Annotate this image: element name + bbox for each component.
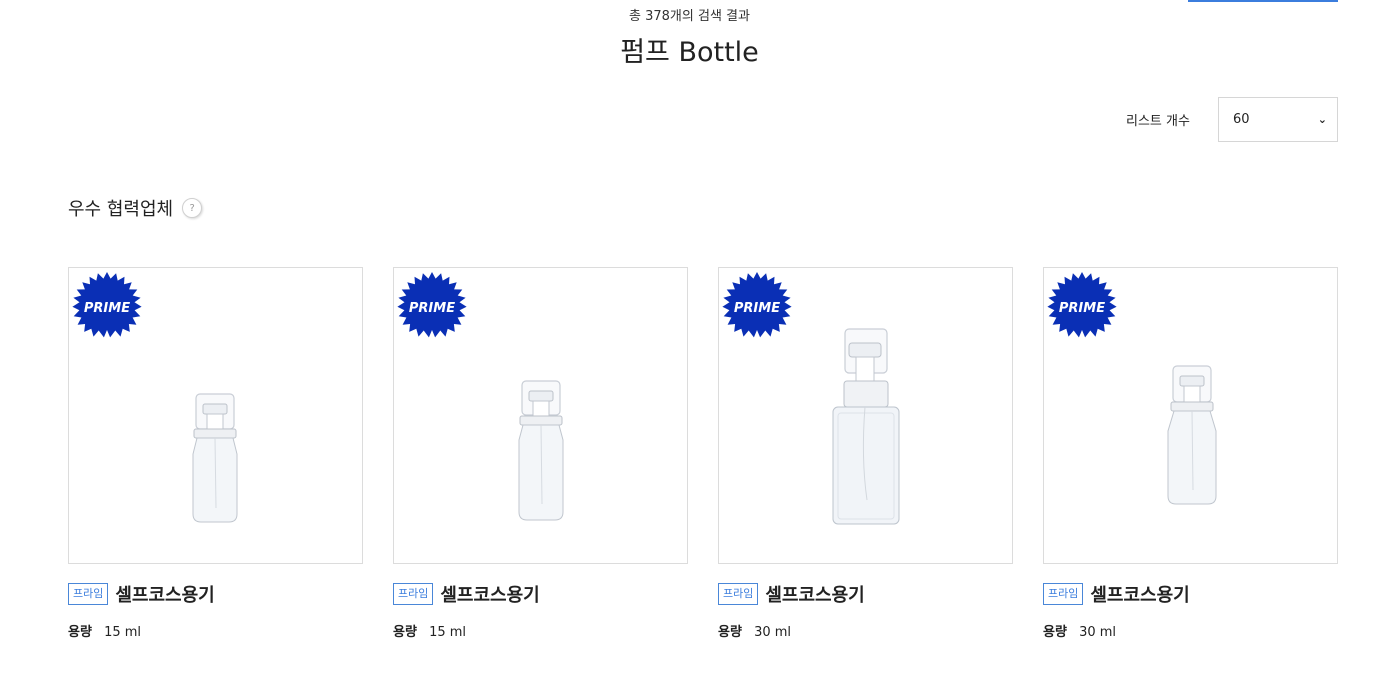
list-count-value: 60	[1233, 112, 1250, 127]
tier-badge: 프라임	[393, 583, 434, 605]
chevron-down-icon: ⌄	[1317, 113, 1327, 126]
list-count-select[interactable]: 60 ⌄	[1218, 97, 1338, 142]
tier-badge: 프라임	[1043, 583, 1084, 605]
section-title: 우수 협력업체 ?	[68, 195, 203, 221]
section-title-text: 우수 협력업체	[68, 199, 174, 220]
product-name[interactable]: 셀프코스용기	[1090, 581, 1189, 607]
product-capacity: 용량 30 ml	[1043, 621, 1338, 640]
top-accent-bar	[1188, 0, 1338, 2]
list-count-label: 리스트 개수	[1126, 114, 1190, 129]
search-result-count: 총 378개의 검색 결과	[629, 9, 750, 24]
capacity-label: 용량	[68, 625, 92, 640]
product-capacity: 용량 15 ml	[68, 621, 363, 640]
capacity-value: 15 ml	[104, 625, 142, 640]
product-image[interactable]: PRIME	[68, 267, 363, 564]
prime-badge-text: PRIME	[84, 301, 130, 316]
prime-badge-text: PRIME	[1059, 301, 1105, 316]
prime-badge-text: PRIME	[409, 301, 455, 316]
prime-badge-icon: PRIME	[397, 272, 467, 338]
prime-badge-icon: PRIME	[722, 272, 792, 338]
capacity-label: 용량	[393, 625, 417, 640]
product-name[interactable]: 셀프코스용기	[765, 581, 864, 607]
page-title: 펌프 Bottle	[620, 37, 759, 68]
product-card[interactable]: PRIME 프라임 셀프코스용기 용량 15 ml	[68, 267, 363, 640]
product-name-row: 프라임 셀프코스용기	[718, 581, 1013, 607]
prime-badge-icon: PRIME	[1047, 272, 1117, 338]
product-card[interactable]: PRIME 프라임 셀프코스용기 용량 30 ml	[718, 267, 1013, 640]
product-name-row: 프라임 셀프코스용기	[393, 581, 688, 607]
product-capacity: 용량 15 ml	[393, 621, 688, 640]
product-image[interactable]: PRIME	[393, 267, 688, 564]
tier-badge: 프라임	[68, 583, 109, 605]
capacity-value: 30 ml	[754, 625, 792, 640]
product-name-row: 프라임 셀프코스용기	[68, 581, 363, 607]
product-image[interactable]: PRIME	[1043, 267, 1338, 564]
product-name[interactable]: 셀프코스용기	[440, 581, 539, 607]
prime-badge-icon: PRIME	[72, 272, 142, 338]
product-image[interactable]: PRIME	[718, 267, 1013, 564]
prime-badge-text: PRIME	[734, 301, 780, 316]
capacity-label: 용량	[718, 625, 742, 640]
tier-badge: 프라임	[718, 583, 759, 605]
help-icon[interactable]: ?	[182, 198, 203, 218]
product-name-row: 프라임 셀프코스용기	[1043, 581, 1338, 607]
product-capacity: 용량 30 ml	[718, 621, 1013, 640]
capacity-value: 30 ml	[1079, 625, 1117, 640]
product-card[interactable]: PRIME 프라임 셀프코스용기 용량 15 ml	[393, 267, 688, 640]
capacity-value: 15 ml	[429, 625, 467, 640]
product-name[interactable]: 셀프코스용기	[115, 581, 214, 607]
capacity-label: 용량	[1043, 625, 1067, 640]
product-card[interactable]: PRIME 프라임 셀프코스용기 용량 30 ml	[1043, 267, 1338, 640]
